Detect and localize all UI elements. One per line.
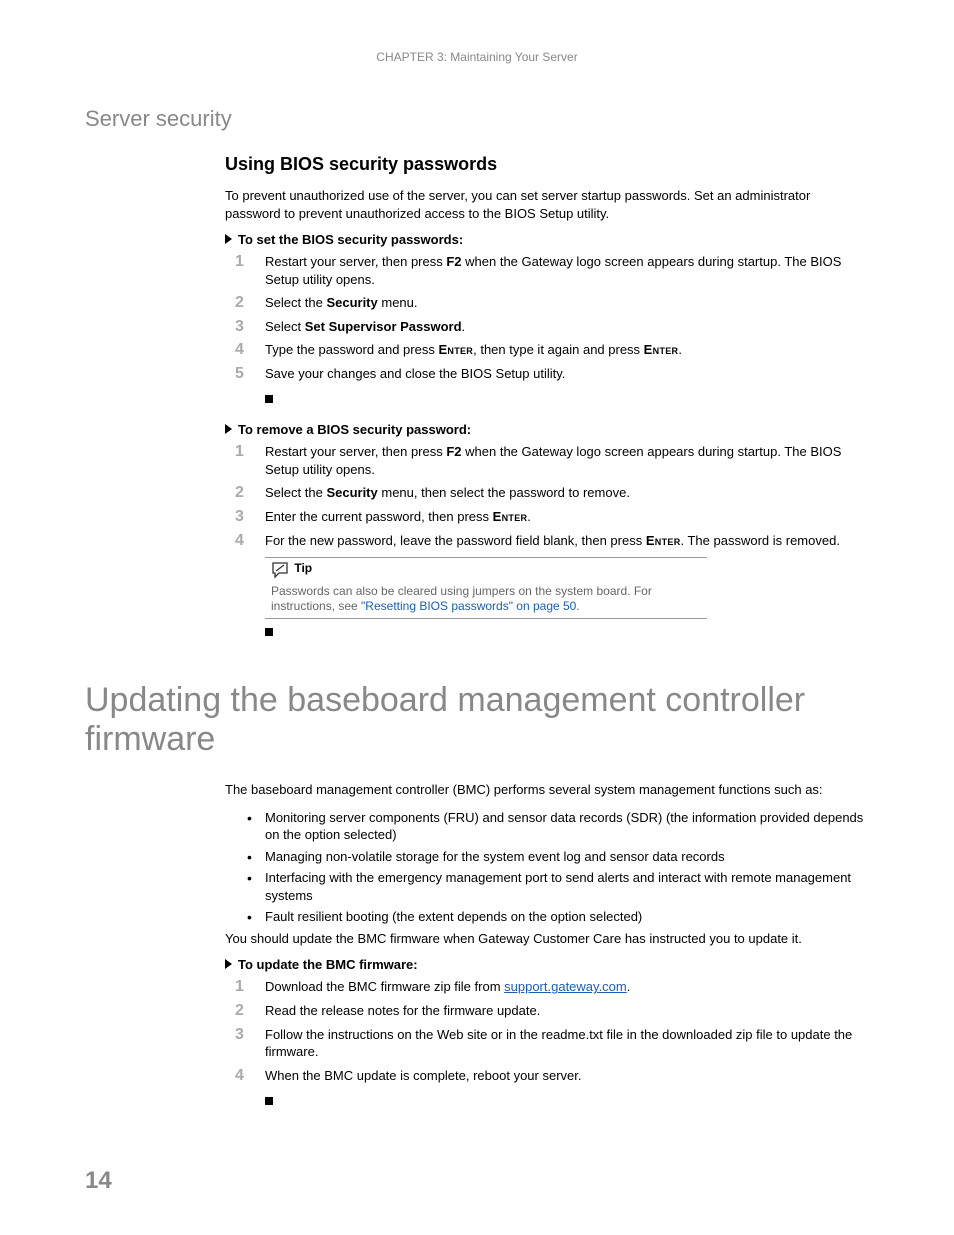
task-title-update-bmc: To update the BMC firmware: bbox=[225, 957, 869, 972]
tip-link-reset-bios[interactable]: "Resetting BIOS passwords" on page 50 bbox=[361, 599, 576, 613]
list-item: 3 Select Set Supervisor Password. bbox=[225, 318, 869, 336]
list-item: 4 When the BMC update is complete, reboo… bbox=[225, 1067, 869, 1085]
list-item: 4 Type the password and press Enter, the… bbox=[225, 341, 869, 359]
section-title-bmc-firmware: Updating the baseboard management contro… bbox=[85, 681, 869, 759]
tip-label: Tip bbox=[294, 561, 312, 575]
intro-paragraph: To prevent unauthorized use of the serve… bbox=[225, 187, 869, 222]
chapter-header: CHAPTER 3: Maintaining Your Server bbox=[85, 50, 869, 64]
steps-update-bmc: 1 Download the BMC firmware zip file fro… bbox=[225, 978, 869, 1084]
triangle-icon bbox=[225, 959, 232, 969]
list-item: 1 Download the BMC firmware zip file fro… bbox=[225, 978, 869, 996]
bmc-update-note: You should update the BMC firmware when … bbox=[225, 930, 869, 948]
list-item: Managing non-volatile storage for the sy… bbox=[225, 848, 869, 866]
list-item: 1 Restart your server, then press F2 whe… bbox=[225, 253, 869, 288]
bmc-intro: The baseboard management controller (BMC… bbox=[225, 781, 869, 799]
bmc-functions-list: Monitoring server components (FRU) and s… bbox=[225, 809, 869, 926]
list-item: 2 Select the Security menu. bbox=[225, 294, 869, 312]
section-title-server-security: Server security bbox=[85, 106, 869, 132]
list-item: 3 Enter the current password, then press… bbox=[225, 508, 869, 526]
list-item: Monitoring server components (FRU) and s… bbox=[225, 809, 869, 844]
end-of-procedure-icon bbox=[265, 1097, 273, 1105]
page-number: 14 bbox=[85, 1167, 112, 1195]
list-item: 4 For the new password, leave the passwo… bbox=[225, 532, 869, 550]
list-item: 2 Read the release notes for the firmwar… bbox=[225, 1002, 869, 1020]
list-item: 5 Save your changes and close the BIOS S… bbox=[225, 365, 869, 383]
subsection-title-bios-passwords: Using BIOS security passwords bbox=[225, 154, 869, 175]
end-of-procedure-icon bbox=[265, 628, 273, 636]
list-item: Interfacing with the emergency managemen… bbox=[225, 869, 869, 904]
task-title-remove-bios: To remove a BIOS security password: bbox=[225, 422, 869, 437]
steps-set-bios: 1 Restart your server, then press F2 whe… bbox=[225, 253, 869, 382]
steps-remove-bios: 1 Restart your server, then press F2 whe… bbox=[225, 443, 869, 549]
tip-icon bbox=[271, 561, 289, 584]
triangle-icon bbox=[225, 424, 232, 434]
end-of-procedure-icon bbox=[265, 395, 273, 403]
list-item: 3 Follow the instructions on the Web sit… bbox=[225, 1026, 869, 1061]
task-title-set-bios: To set the BIOS security passwords: bbox=[225, 232, 869, 247]
list-item: 2 Select the Security menu, then select … bbox=[225, 484, 869, 502]
support-link[interactable]: support.gateway.com bbox=[504, 979, 627, 994]
list-item: 1 Restart your server, then press F2 whe… bbox=[225, 443, 869, 478]
tip-box: Tip Passwords can also be cleared using … bbox=[265, 557, 707, 619]
triangle-icon bbox=[225, 234, 232, 244]
list-item: Fault resilient booting (the extent depe… bbox=[225, 908, 869, 926]
